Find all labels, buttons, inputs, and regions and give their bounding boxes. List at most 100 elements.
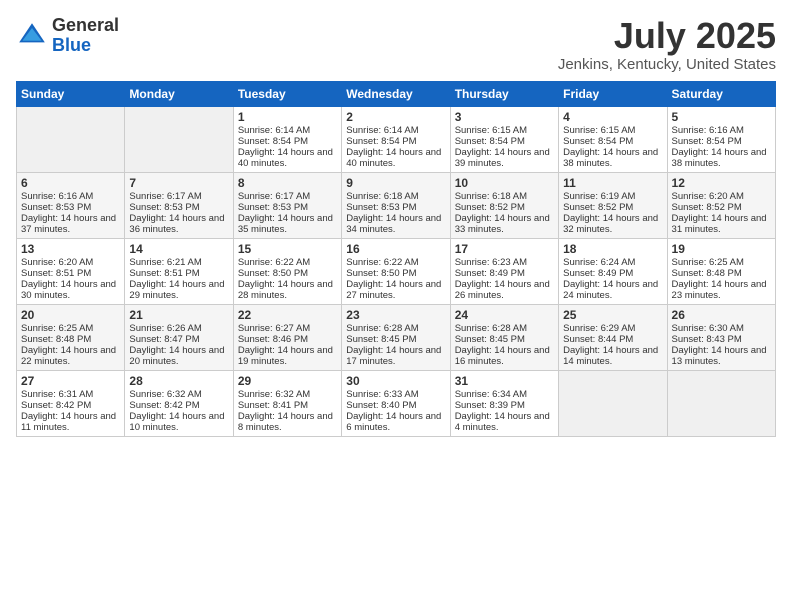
- daylight-text: Daylight: 14 hours and 17 minutes.: [346, 345, 445, 367]
- sunset-text: Sunset: 8:54 PM: [672, 136, 771, 147]
- sunset-text: Sunset: 8:48 PM: [672, 268, 771, 279]
- calendar-cell: 25Sunrise: 6:29 AMSunset: 8:44 PMDayligh…: [559, 304, 667, 370]
- daylight-text: Daylight: 14 hours and 4 minutes.: [455, 411, 554, 433]
- calendar-week-row: 13Sunrise: 6:20 AMSunset: 8:51 PMDayligh…: [17, 238, 776, 304]
- day-number: 9: [346, 176, 445, 190]
- sunset-text: Sunset: 8:54 PM: [455, 136, 554, 147]
- daylight-text: Daylight: 14 hours and 13 minutes.: [672, 345, 771, 367]
- day-number: 2: [346, 110, 445, 124]
- day-number: 31: [455, 374, 554, 388]
- daylight-text: Daylight: 14 hours and 35 minutes.: [238, 213, 337, 235]
- day-number: 1: [238, 110, 337, 124]
- sunrise-text: Sunrise: 6:28 AM: [346, 323, 445, 334]
- sunrise-text: Sunrise: 6:19 AM: [563, 191, 662, 202]
- daylight-text: Daylight: 14 hours and 39 minutes.: [455, 147, 554, 169]
- day-number: 28: [129, 374, 228, 388]
- sunset-text: Sunset: 8:44 PM: [563, 334, 662, 345]
- day-number: 18: [563, 242, 662, 256]
- header-saturday: Saturday: [667, 81, 775, 106]
- sunrise-text: Sunrise: 6:30 AM: [672, 323, 771, 334]
- day-number: 24: [455, 308, 554, 322]
- daylight-text: Daylight: 14 hours and 36 minutes.: [129, 213, 228, 235]
- day-number: 17: [455, 242, 554, 256]
- sunset-text: Sunset: 8:40 PM: [346, 400, 445, 411]
- sunset-text: Sunset: 8:52 PM: [672, 202, 771, 213]
- header-sunday: Sunday: [17, 81, 125, 106]
- sunrise-text: Sunrise: 6:33 AM: [346, 389, 445, 400]
- calendar-cell: 26Sunrise: 6:30 AMSunset: 8:43 PMDayligh…: [667, 304, 775, 370]
- sunset-text: Sunset: 8:53 PM: [238, 202, 337, 213]
- logo: General Blue: [16, 16, 119, 56]
- calendar-cell: 21Sunrise: 6:26 AMSunset: 8:47 PMDayligh…: [125, 304, 233, 370]
- calendar-cell: 31Sunrise: 6:34 AMSunset: 8:39 PMDayligh…: [450, 370, 558, 436]
- day-number: 8: [238, 176, 337, 190]
- sunset-text: Sunset: 8:49 PM: [563, 268, 662, 279]
- sunset-text: Sunset: 8:42 PM: [129, 400, 228, 411]
- calendar-cell: 11Sunrise: 6:19 AMSunset: 8:52 PMDayligh…: [559, 172, 667, 238]
- calendar-cell: 20Sunrise: 6:25 AMSunset: 8:48 PMDayligh…: [17, 304, 125, 370]
- title-block: July 2025 Jenkins, Kentucky, United Stat…: [558, 16, 776, 73]
- calendar-week-row: 20Sunrise: 6:25 AMSunset: 8:48 PMDayligh…: [17, 304, 776, 370]
- sunrise-text: Sunrise: 6:17 AM: [238, 191, 337, 202]
- calendar-cell: [559, 370, 667, 436]
- sunset-text: Sunset: 8:48 PM: [21, 334, 120, 345]
- sunrise-text: Sunrise: 6:25 AM: [21, 323, 120, 334]
- sunrise-text: Sunrise: 6:18 AM: [455, 191, 554, 202]
- sunset-text: Sunset: 8:54 PM: [238, 136, 337, 147]
- calendar-cell: 16Sunrise: 6:22 AMSunset: 8:50 PMDayligh…: [342, 238, 450, 304]
- header-thursday: Thursday: [450, 81, 558, 106]
- sunset-text: Sunset: 8:54 PM: [563, 136, 662, 147]
- daylight-text: Daylight: 14 hours and 8 minutes.: [238, 411, 337, 433]
- sunrise-text: Sunrise: 6:16 AM: [21, 191, 120, 202]
- day-number: 7: [129, 176, 228, 190]
- day-number: 20: [21, 308, 120, 322]
- daylight-text: Daylight: 14 hours and 23 minutes.: [672, 279, 771, 301]
- calendar-cell: [17, 106, 125, 172]
- day-number: 29: [238, 374, 337, 388]
- sunrise-text: Sunrise: 6:20 AM: [672, 191, 771, 202]
- header-friday: Friday: [559, 81, 667, 106]
- day-number: 19: [672, 242, 771, 256]
- sunrise-text: Sunrise: 6:18 AM: [346, 191, 445, 202]
- calendar-week-row: 27Sunrise: 6:31 AMSunset: 8:42 PMDayligh…: [17, 370, 776, 436]
- daylight-text: Daylight: 14 hours and 6 minutes.: [346, 411, 445, 433]
- sunset-text: Sunset: 8:54 PM: [346, 136, 445, 147]
- header-tuesday: Tuesday: [233, 81, 341, 106]
- sunset-text: Sunset: 8:52 PM: [563, 202, 662, 213]
- sunrise-text: Sunrise: 6:22 AM: [346, 257, 445, 268]
- sunrise-text: Sunrise: 6:27 AM: [238, 323, 337, 334]
- day-number: 30: [346, 374, 445, 388]
- sunrise-text: Sunrise: 6:14 AM: [238, 125, 337, 136]
- daylight-text: Daylight: 14 hours and 26 minutes.: [455, 279, 554, 301]
- day-number: 26: [672, 308, 771, 322]
- calendar-cell: 7Sunrise: 6:17 AMSunset: 8:53 PMDaylight…: [125, 172, 233, 238]
- daylight-text: Daylight: 14 hours and 10 minutes.: [129, 411, 228, 433]
- sunrise-text: Sunrise: 6:32 AM: [129, 389, 228, 400]
- calendar-cell: 14Sunrise: 6:21 AMSunset: 8:51 PMDayligh…: [125, 238, 233, 304]
- sunrise-text: Sunrise: 6:34 AM: [455, 389, 554, 400]
- calendar-cell: 27Sunrise: 6:31 AMSunset: 8:42 PMDayligh…: [17, 370, 125, 436]
- day-number: 4: [563, 110, 662, 124]
- daylight-text: Daylight: 14 hours and 16 minutes.: [455, 345, 554, 367]
- daylight-text: Daylight: 14 hours and 29 minutes.: [129, 279, 228, 301]
- daylight-text: Daylight: 14 hours and 31 minutes.: [672, 213, 771, 235]
- calendar-week-row: 1Sunrise: 6:14 AMSunset: 8:54 PMDaylight…: [17, 106, 776, 172]
- daylight-text: Daylight: 14 hours and 19 minutes.: [238, 345, 337, 367]
- day-number: 6: [21, 176, 120, 190]
- daylight-text: Daylight: 14 hours and 40 minutes.: [238, 147, 337, 169]
- daylight-text: Daylight: 14 hours and 30 minutes.: [21, 279, 120, 301]
- calendar-cell: 6Sunrise: 6:16 AMSunset: 8:53 PMDaylight…: [17, 172, 125, 238]
- logo-icon: [16, 20, 48, 52]
- calendar-cell: 19Sunrise: 6:25 AMSunset: 8:48 PMDayligh…: [667, 238, 775, 304]
- logo-blue: Blue: [52, 36, 119, 56]
- daylight-text: Daylight: 14 hours and 22 minutes.: [21, 345, 120, 367]
- sunset-text: Sunset: 8:50 PM: [238, 268, 337, 279]
- sunset-text: Sunset: 8:47 PM: [129, 334, 228, 345]
- calendar-cell: 22Sunrise: 6:27 AMSunset: 8:46 PMDayligh…: [233, 304, 341, 370]
- calendar-cell: 28Sunrise: 6:32 AMSunset: 8:42 PMDayligh…: [125, 370, 233, 436]
- day-number: 5: [672, 110, 771, 124]
- day-number: 22: [238, 308, 337, 322]
- sunset-text: Sunset: 8:39 PM: [455, 400, 554, 411]
- sunrise-text: Sunrise: 6:15 AM: [563, 125, 662, 136]
- sunset-text: Sunset: 8:52 PM: [455, 202, 554, 213]
